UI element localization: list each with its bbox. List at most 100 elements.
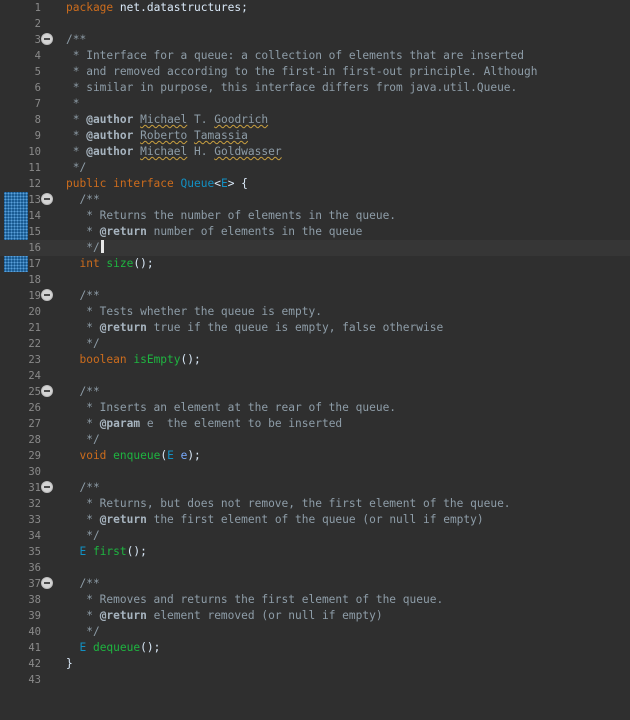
code-text: */ [66,432,99,448]
code-token: * [66,417,100,430]
code-token: * Interface for a queue: a collection of… [66,49,525,62]
code-line[interactable]: 43 [0,672,630,688]
code-line[interactable]: 5 * and removed according to the first-i… [0,64,630,80]
code-line[interactable]: 38 * Removes and returns the first eleme… [0,592,630,608]
code-token: * similar in purpose, this interface dif… [66,81,518,94]
line-number: 13 [28,194,41,206]
code-line[interactable]: 36 [0,560,630,576]
code-token: @author [86,129,134,142]
code-line[interactable]: 25 /** [0,384,630,400]
code-text: * @author Michael H. Goldwasser [66,144,282,160]
line-number: 30 [28,466,41,478]
code-token: */ [66,161,87,174]
code-token: isEmpty [133,353,181,366]
code-token: * [66,113,87,126]
code-line[interactable]: 6 * similar in purpose, this interface d… [0,80,630,96]
line-number: 23 [28,354,41,366]
code-line[interactable]: 4 * Interface for a queue: a collection … [0,48,630,64]
line-number: 27 [28,418,41,430]
code-line[interactable]: 22 */ [0,336,630,352]
code-token: void [66,449,114,462]
code-text: * and removed according to the first-in … [66,64,538,80]
code-line[interactable]: 3 /** [0,32,630,48]
code-line[interactable]: 32 * Returns, but does not remove, the f… [0,496,630,512]
code-line[interactable]: 42} [0,656,630,672]
code-text: * @return true if the queue is empty, fa… [66,320,443,336]
code-line[interactable]: 24 [0,368,630,384]
code-line[interactable]: 39 * @return element removed (or null if… [0,608,630,624]
code-token: (); [133,257,154,270]
code-token: E [220,177,228,190]
line-number: 34 [28,530,41,542]
code-text: * @return the first element of the queue… [66,512,483,528]
code-token: */ [66,337,100,350]
code-line[interactable]: 34 */ [0,528,630,544]
code-line[interactable]: 8 * @author Michael T. Goodrich [0,112,630,128]
code-token: * Removes and returns the first element … [66,593,444,606]
line-number: 37 [28,578,41,590]
code-line[interactable]: 26 * Inserts an element at the rear of t… [0,400,630,416]
line-number: 20 [28,306,41,318]
code-token: E [167,449,174,462]
line-number: 41 [28,642,41,654]
code-token: first [92,545,127,558]
code-text: * Inserts an element at the rear of the … [66,400,396,416]
code-text: /** [66,32,86,48]
line-number: 14 [28,210,41,222]
code-line[interactable]: 17 int size(); [0,256,630,272]
collapse-fold-icon[interactable] [41,577,53,589]
line-number: 16 [28,242,41,254]
code-line[interactable]: 35 E first(); [0,544,630,560]
code-token: /** [66,385,100,398]
code-token: /** [66,481,100,494]
code-line[interactable]: 20 * Tests whether the queue is empty. [0,304,630,320]
code-line[interactable]: 30 [0,464,630,480]
code-line[interactable]: 31 /** [0,480,630,496]
code-line[interactable]: 9 * @author Roberto Tamassia [0,128,630,144]
code-line[interactable]: 1 package net.datastructures; [0,0,630,16]
code-token: */ [66,529,100,542]
code-line[interactable]: 33 * @return the first element of the qu… [0,512,630,528]
code-token: * Tests whether the queue is empty. [66,305,322,318]
code-line[interactable]: 21 * @return true if the queue is empty,… [0,320,630,336]
code-line[interactable]: 12 public interface Queue<E> { [0,176,630,192]
collapse-fold-icon[interactable] [41,193,53,205]
code-line[interactable]: 11 */ [0,160,630,176]
collapse-fold-icon[interactable] [41,385,53,397]
code-line[interactable]: 27 * @param e the element to be inserted [0,416,630,432]
line-number: 38 [28,594,41,606]
code-token: Roberto [140,129,188,142]
collapse-fold-icon[interactable] [41,33,53,45]
code-line[interactable]: 40 */ [0,624,630,640]
code-line[interactable]: 41 E dequeue(); [0,640,630,656]
code-text: E first(); [66,544,146,560]
collapse-fold-icon[interactable] [41,481,53,493]
code-line[interactable]: 13 /** [0,192,630,208]
code-editor[interactable]: 1 package net.datastructures; 2 3/** 4 * Int… [0,0,630,720]
code-line[interactable]: 29 void enqueue(E e); [0,448,630,464]
line-number: 40 [28,626,41,638]
code-line[interactable]: 19 /** [0,288,630,304]
code-text: */ [66,240,104,256]
collapse-fold-icon[interactable] [41,289,53,301]
code-line[interactable]: 28 */ [0,432,630,448]
code-text: * [66,96,80,112]
code-line[interactable]: 16 */ [0,240,630,256]
code-line[interactable]: 15 * @return number of elements in the q… [0,224,630,240]
code-token: boolean [66,353,134,366]
code-line[interactable]: 37 /** [0,576,630,592]
code-line[interactable]: 10 * @author Michael H. Goldwasser [0,144,630,160]
code-line[interactable]: 7 * [0,96,630,112]
line-number: 4 [34,50,41,62]
code-token: @param [99,417,141,430]
code-text: */ [66,528,100,544]
code-token: true if the queue is empty, false otherw… [146,321,444,334]
code-line[interactable]: 2 [0,16,630,32]
code-text: */ [66,624,99,640]
code-line[interactable]: 18 [0,272,630,288]
code-text: public interface Queue<E> { [66,176,248,192]
code-line[interactable]: 14 * Returns the number of elements in t… [0,208,630,224]
code-text: /** [66,288,99,304]
code-line[interactable]: 23 boolean isEmpty(); [0,352,630,368]
